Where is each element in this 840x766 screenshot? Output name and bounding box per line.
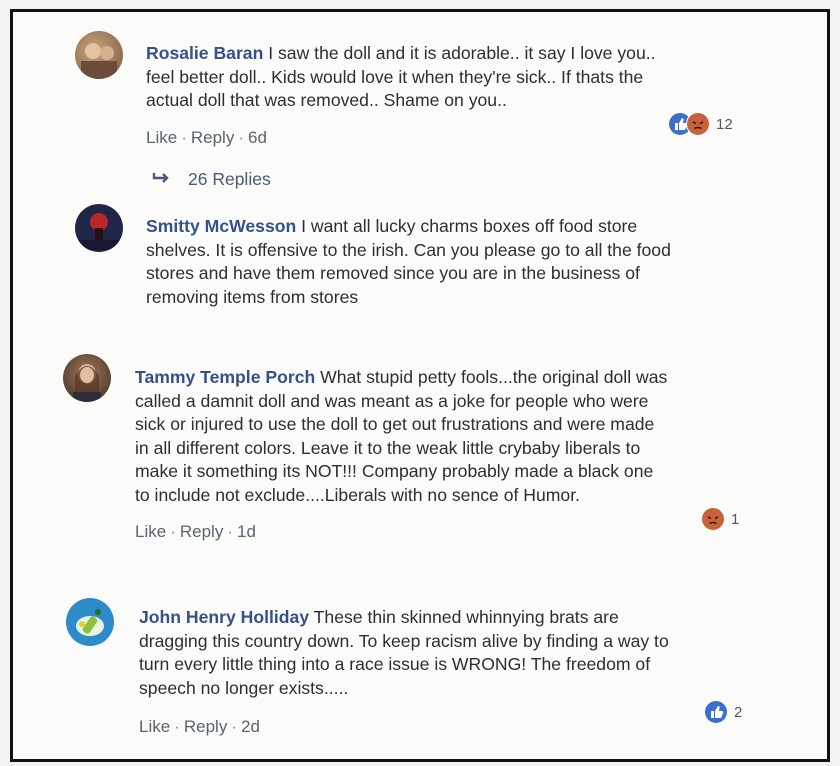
- comment-line: These thin skinned whinnying brats are: [309, 607, 619, 627]
- comment-line: stores and have them removed since you a…: [146, 263, 640, 283]
- comment-line: called a damnit doll and was meant as a …: [135, 390, 649, 411]
- thumbs-up-icon: [704, 700, 728, 724]
- comment-line: make it something its NOT!!! Company pro…: [135, 461, 654, 481]
- angry-face-icon: [686, 112, 710, 136]
- comment-line: sick or injured to use the doll to get o…: [135, 414, 655, 434]
- reaction-count: 12: [716, 115, 733, 133]
- comment-actions: Like · Reply · 6d: [146, 128, 267, 148]
- like-link[interactable]: Like: [135, 522, 166, 541]
- reply-arrow-icon: [152, 169, 170, 190]
- comment-actions: Like · Reply · 1d: [135, 522, 256, 542]
- like-link[interactable]: Like: [146, 128, 177, 147]
- reactions[interactable]: 1: [701, 507, 739, 531]
- comment-line: to include not exclude....Liberals with …: [135, 484, 580, 505]
- separator: ·: [170, 522, 176, 541]
- comment-line: I saw the doll and it is adorable.. it s…: [263, 43, 656, 63]
- reply-link[interactable]: Reply: [191, 128, 234, 147]
- separator: ·: [238, 128, 244, 147]
- comment-body: Tammy Temple Porch What stupid petty foo…: [135, 366, 667, 507]
- separator: ·: [174, 717, 180, 736]
- comment-line: dragging this country down. To keep raci…: [139, 630, 669, 651]
- comment-line: in all different colors. Leave it to the…: [135, 437, 641, 458]
- avatar[interactable]: [66, 598, 114, 646]
- comment-line: I want all lucky charms boxes off food s…: [296, 216, 638, 236]
- author-name[interactable]: Tammy Temple Porch: [135, 367, 315, 387]
- timestamp[interactable]: 2d: [241, 717, 260, 736]
- comment-line: removing items from stores: [146, 286, 359, 307]
- comment-line: actual doll that was removed.. Shame on …: [146, 90, 507, 110]
- author-name[interactable]: John Henry Holliday: [139, 607, 309, 627]
- reply-link[interactable]: Reply: [184, 717, 227, 736]
- reactions[interactable]: 12: [668, 112, 733, 136]
- timestamp[interactable]: 1d: [237, 522, 256, 541]
- comment-actions: Like · Reply · 2d: [139, 717, 260, 737]
- reactions[interactable]: 2: [704, 700, 742, 724]
- comment-line: speech no longer exists.....: [139, 677, 349, 698]
- reaction-count: 2: [734, 703, 743, 721]
- comment-body: Rosalie Baran I saw the doll and it is a…: [146, 42, 656, 113]
- like-link[interactable]: Like: [139, 717, 170, 736]
- replies-label[interactable]: 26 Replies: [188, 169, 271, 190]
- comment-line: turn every little thing into a race issu…: [139, 654, 651, 674]
- comment-line: shelves. It is offensive to the irish. C…: [146, 239, 671, 260]
- author-name[interactable]: Rosalie Baran: [146, 43, 263, 63]
- avatar[interactable]: [75, 204, 123, 252]
- angry-face-icon: [701, 507, 725, 531]
- author-name[interactable]: Smitty McWesson: [146, 216, 296, 236]
- separator: ·: [181, 128, 187, 147]
- comment-body: Smitty McWesson I want all lucky charms …: [146, 215, 671, 309]
- timestamp[interactable]: 6d: [248, 128, 267, 147]
- comment-line: What stupid petty fools...the original d…: [315, 367, 668, 387]
- comment-line: feel better doll.. Kids would love it wh…: [146, 66, 644, 87]
- reply-link[interactable]: Reply: [180, 522, 223, 541]
- separator: ·: [227, 522, 233, 541]
- view-replies[interactable]: 26 Replies: [152, 169, 271, 190]
- separator: ·: [231, 717, 237, 736]
- avatar[interactable]: [75, 31, 123, 79]
- reaction-count: 1: [731, 510, 740, 528]
- comment-body: John Henry Holliday These thin skinned w…: [139, 606, 669, 700]
- avatar[interactable]: [63, 354, 111, 402]
